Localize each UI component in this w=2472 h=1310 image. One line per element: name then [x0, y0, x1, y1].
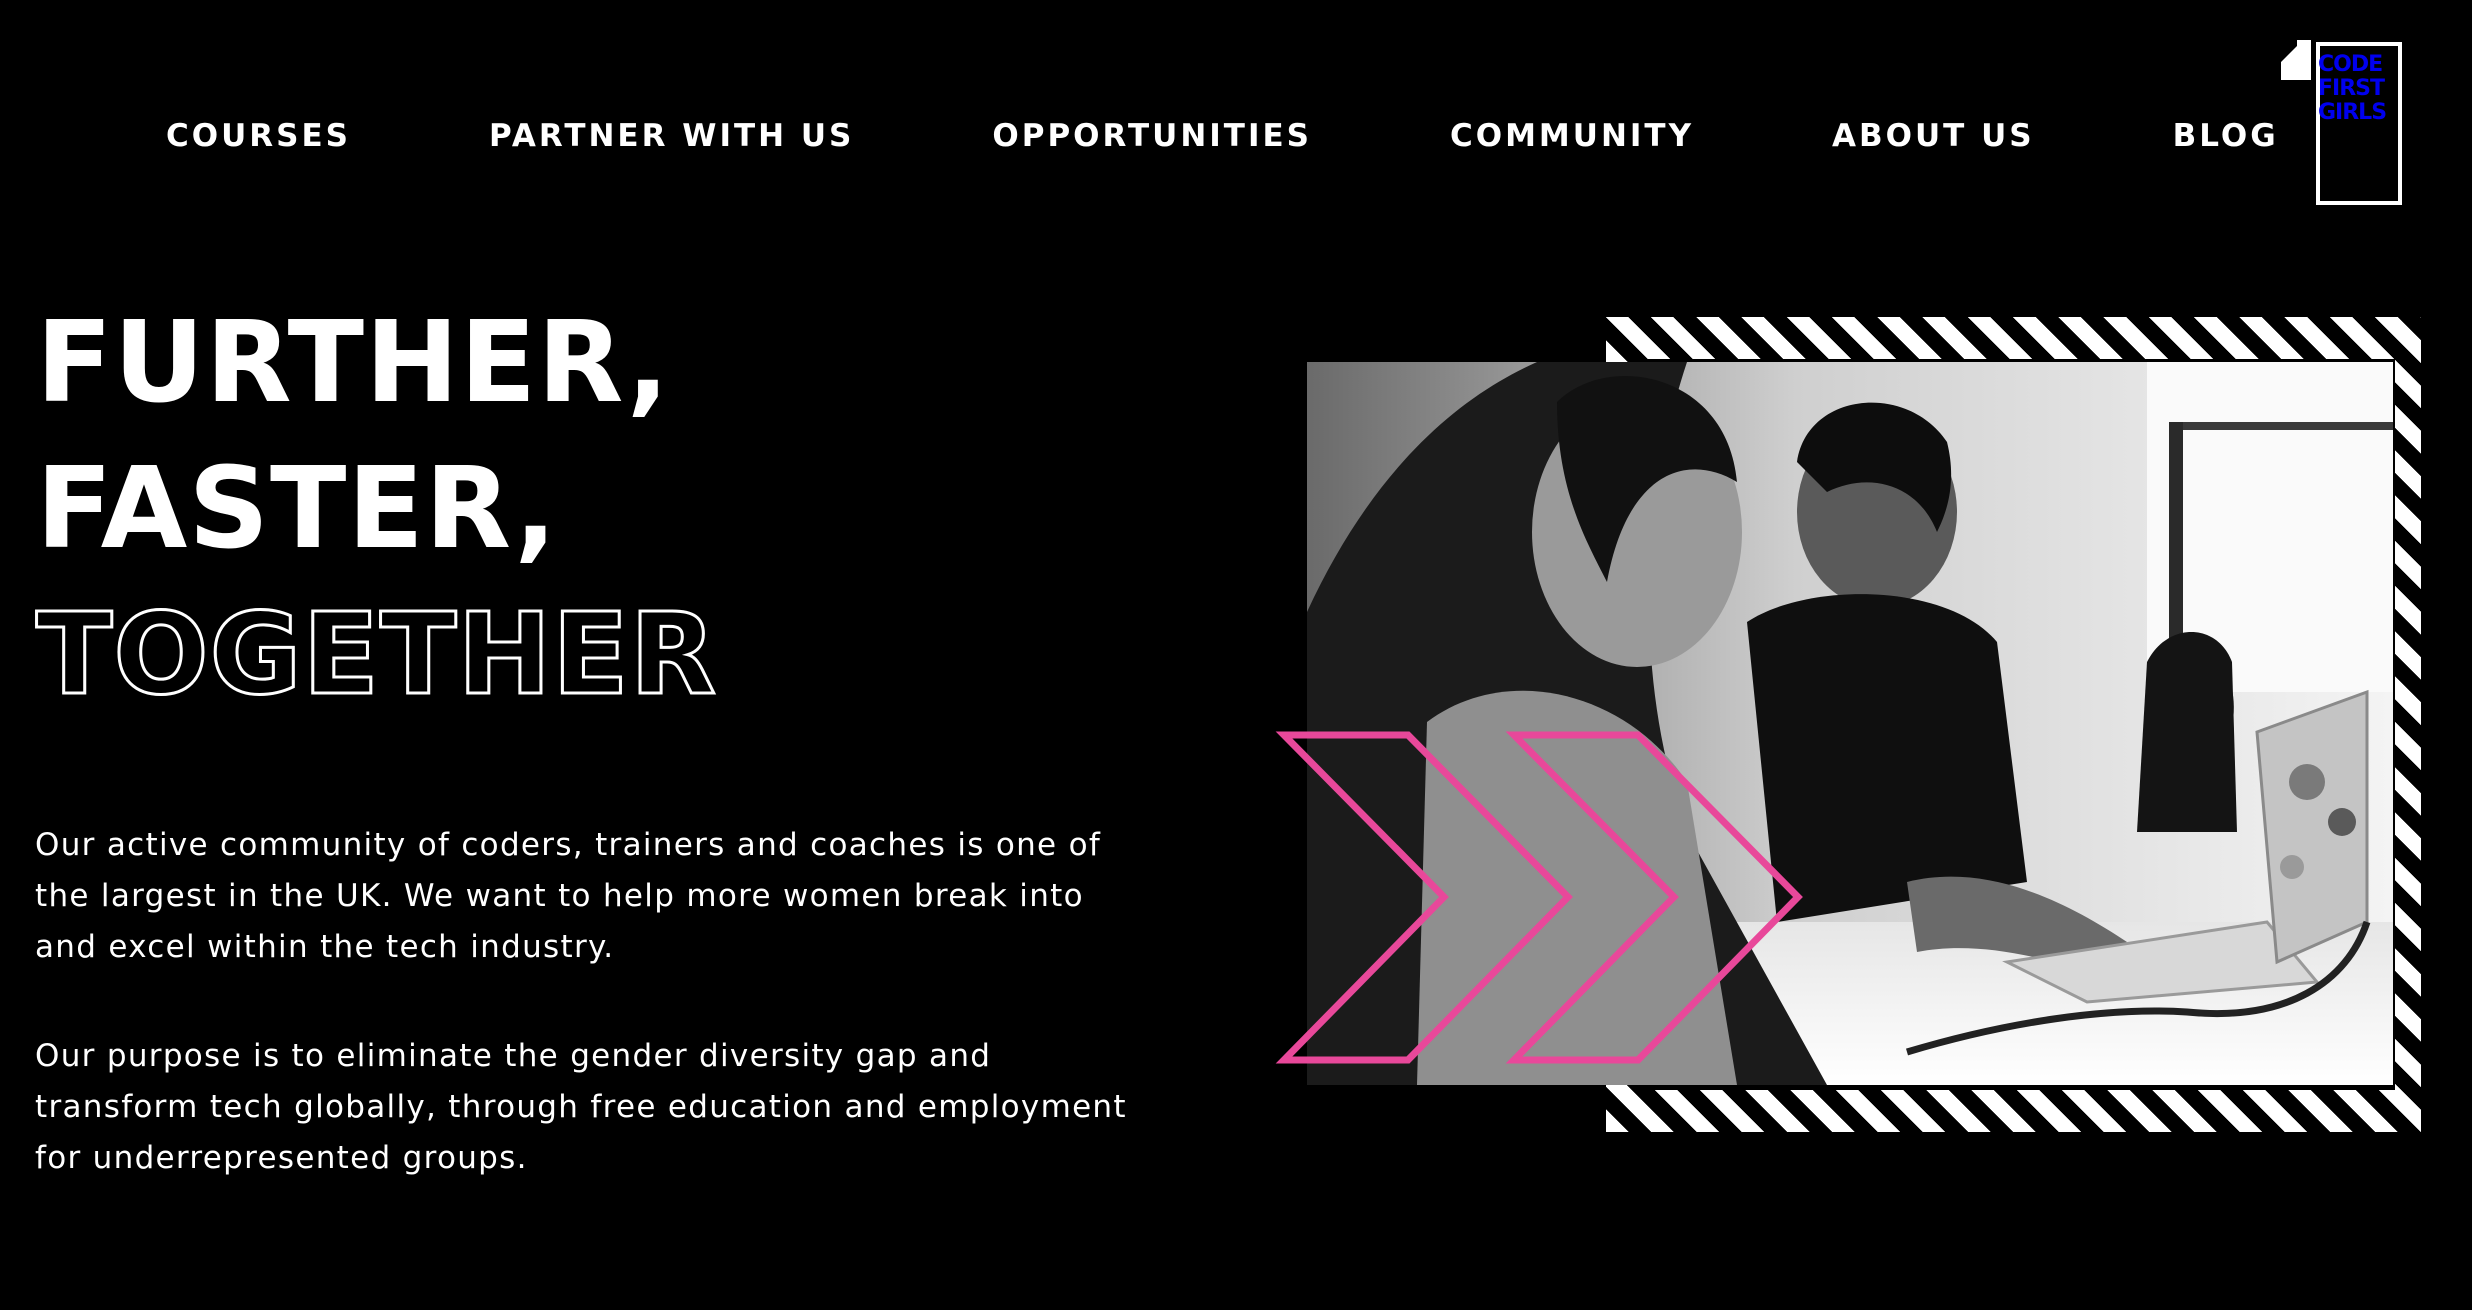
code-first-girls-logo[interactable]: CODE FIRST GIRLS [2281, 40, 2405, 206]
hero-line-further: FURTHER, [36, 298, 671, 428]
nav-blog[interactable]: BLOG [2173, 118, 2279, 154]
hero-heading: FURTHER, FASTER, TOGETHER [35, 290, 718, 728]
double-chevron-arrow-icon [1275, 730, 1836, 1065]
logo-word-code: CODE [2318, 52, 2383, 77]
hero-line-together: TOGETHER [35, 589, 718, 722]
nav-partner-with-us[interactable]: PARTNER WITH US [489, 118, 854, 154]
nav-about-us[interactable]: ABOUT US [1832, 118, 2035, 154]
logo-word-girls: GIRLS [2318, 100, 2387, 125]
logo-wordmark: CODE FIRST GIRLS [2318, 53, 2400, 125]
intro-paragraph-purpose: Our purpose is to eliminate the gender d… [35, 1038, 1127, 1176]
pink-chevrons-graphic [1275, 731, 1803, 1064]
nav-courses[interactable]: COURSES [166, 118, 351, 154]
logo-word-first: FIRST [2318, 76, 2385, 101]
intro-copy: Our active community of coders, trainers… [35, 820, 1135, 1184]
main-navigation: COURSES PARTNER WITH US OPPORTUNITIES CO… [166, 118, 2279, 154]
intro-paragraph-community: Our active community of coders, trainers… [35, 827, 1102, 965]
nav-community[interactable]: COMMUNITY [1450, 118, 1694, 154]
nav-opportunities[interactable]: OPPORTUNITIES [992, 118, 1312, 154]
hero-line-faster: FASTER, [36, 444, 558, 574]
